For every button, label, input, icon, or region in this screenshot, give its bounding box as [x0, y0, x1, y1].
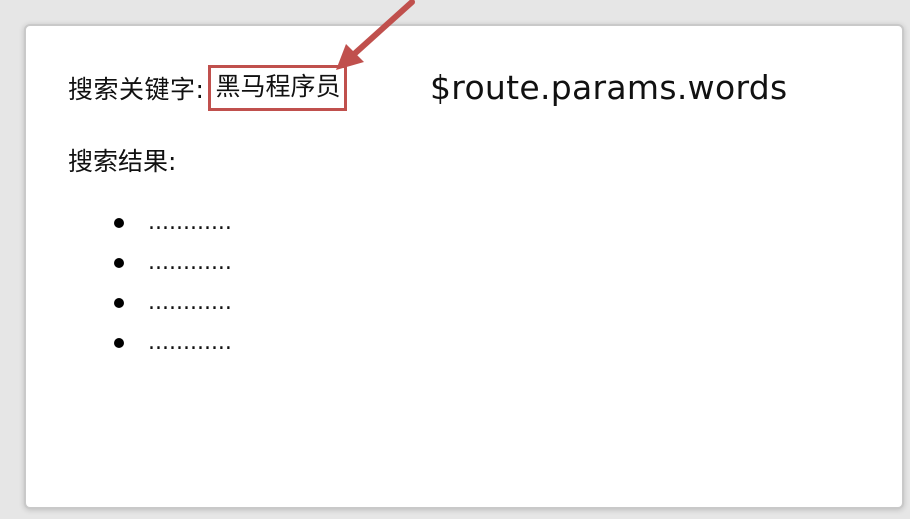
list-item-text: ............	[148, 250, 232, 275]
keyword-row: 搜索关键字: 黑马程序员	[68, 65, 348, 111]
result-label: 搜索结果:	[68, 147, 177, 176]
list-item: ............	[106, 286, 232, 326]
list-item-text: ............	[148, 290, 232, 315]
list-item: ............	[106, 206, 232, 246]
route-params-annotation: $route.params.words	[430, 68, 788, 107]
result-list: ............ ............ ............ .…	[106, 206, 232, 366]
list-item-text: ............	[148, 330, 232, 355]
bullet-icon	[114, 298, 124, 308]
screenshot-background: 搜索关键字: 黑马程序员 $route.params.words 搜索结果: .…	[0, 0, 910, 519]
bullet-icon	[114, 338, 124, 348]
search-result-panel: 搜索关键字: 黑马程序员 $route.params.words 搜索结果: .…	[24, 24, 904, 509]
list-item: ............	[106, 246, 232, 286]
list-item: ............	[106, 326, 232, 366]
bullet-icon	[114, 218, 124, 228]
list-item-text: ............	[148, 210, 232, 235]
keyword-label: 搜索关键字:	[68, 75, 205, 104]
arrow-icon	[336, 0, 415, 70]
bullet-icon	[114, 258, 124, 268]
